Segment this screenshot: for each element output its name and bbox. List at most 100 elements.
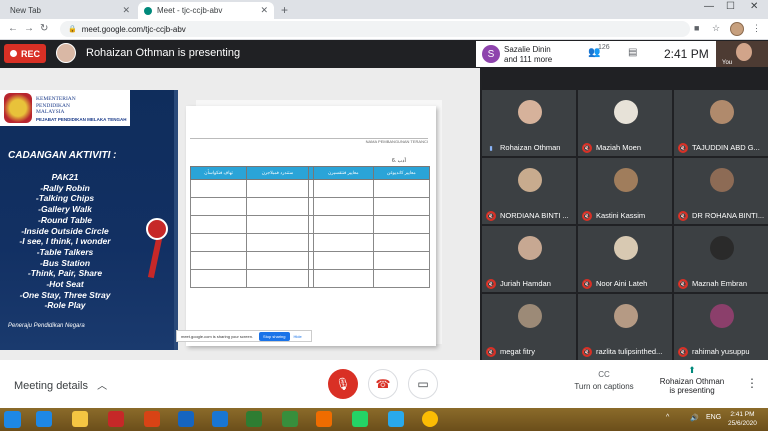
camera-icon: ▭ xyxy=(417,377,429,391)
captions-button[interactable]: CC Turn on captions xyxy=(568,370,640,391)
join-avatar: S xyxy=(482,45,500,63)
volume-icon[interactable]: 🔊 xyxy=(690,414,699,422)
participant-tile[interactable]: 🔇 rahimah yusuppu xyxy=(674,294,768,360)
logo-subtitle: PEJABAT PENDIDIKAN MELAKA TENGAH xyxy=(36,117,127,122)
activity-item: -Round Table xyxy=(38,214,92,225)
table-cell xyxy=(246,197,309,216)
table-row xyxy=(189,215,431,234)
activity-list: PAK21 -Rally Robin -Talking Chips -Gallery … xyxy=(0,172,130,311)
participants-summary[interactable]: Sazalie Dinin and 111 more xyxy=(504,45,552,65)
participant-tile[interactable]: 🔇 DR ROHANA BINTI... xyxy=(674,158,768,224)
word-icon[interactable] xyxy=(212,411,228,427)
whatsapp-icon[interactable] xyxy=(352,411,368,427)
internet-explorer-icon[interactable] xyxy=(36,411,52,427)
curriculum-table: معايير كانديوغن معايير فنتقسيرن ستندرد فمب… xyxy=(189,166,431,288)
presenting-status-button[interactable]: ⬆ Rohaizan Othman is presenting xyxy=(654,366,730,396)
reload-icon[interactable]: ↻ xyxy=(40,23,48,34)
file-explorer-icon[interactable] xyxy=(72,411,88,427)
participant-name: TAJUDDIN ABD G... xyxy=(692,143,760,152)
close-tab-icon[interactable]: ✕ xyxy=(260,5,268,16)
leave-call-button[interactable]: ☎ xyxy=(368,369,398,399)
mic-muted-icon: 🔇 xyxy=(582,143,592,153)
microphone-toggle-button[interactable]: 🎙 xyxy=(328,369,358,399)
system-clock[interactable]: 2:41 PM 25/6/2020 xyxy=(728,410,757,428)
table-row xyxy=(189,233,431,252)
project-icon[interactable] xyxy=(282,411,298,427)
participant-tile[interactable]: 🔇 razlita tulipsinthed... xyxy=(578,294,672,360)
table-cell xyxy=(246,179,309,198)
table-cell xyxy=(307,233,314,252)
telegram-icon[interactable] xyxy=(388,411,404,427)
tab-meet[interactable]: Meet - tjc-ccjb-abv ✕ xyxy=(138,2,274,19)
table-row xyxy=(189,251,431,270)
more-options-icon[interactable]: ⋮ xyxy=(746,376,758,390)
participant-avatar xyxy=(710,304,734,328)
table-header: ستندرد فمبلاجرن xyxy=(246,166,309,180)
table-cell xyxy=(189,197,248,216)
close-window-icon[interactable]: ✕ xyxy=(750,1,758,12)
people-count: 126 xyxy=(598,44,610,51)
table-row xyxy=(189,197,431,216)
participant-tile[interactable]: 🔇 Noor Aini Lateh xyxy=(578,226,672,292)
new-tab-plus-icon[interactable]: + xyxy=(281,3,288,17)
stop-sharing-button[interactable]: Stop sharing xyxy=(259,331,290,341)
participant-tile[interactable]: 🔇 Juriah Hamdan xyxy=(482,226,576,292)
excel-icon[interactable] xyxy=(246,411,262,427)
minimize-icon[interactable]: — xyxy=(704,1,714,12)
participant-avatar xyxy=(710,100,734,124)
participant-avatar xyxy=(518,100,542,124)
participant-tile[interactable]: 🔇 megat fitry xyxy=(482,294,576,360)
camera-permission-icon[interactable]: ■ xyxy=(694,23,699,33)
participant-tile[interactable]: 🔇 TAJUDDIN ABD G... xyxy=(674,90,768,156)
windows-start-icon[interactable] xyxy=(4,411,21,428)
camera-toggle-button[interactable]: ▭ xyxy=(408,369,438,399)
participant-tile[interactable]: 🔇 Maznah Embran xyxy=(674,226,768,292)
table-cell xyxy=(246,269,309,288)
tab-new-tab[interactable]: New Tab ✕ xyxy=(4,2,136,19)
participant-avatar xyxy=(710,168,734,192)
participant-name: Noor Aini Lateh xyxy=(596,279,648,288)
outlook-icon[interactable] xyxy=(316,411,332,427)
mic-muted-icon: 🔇 xyxy=(486,347,496,357)
self-view-tile[interactable]: You xyxy=(716,41,768,67)
participant-tile[interactable]: ▮ Rohaizan Othman xyxy=(482,90,576,156)
participant-tile[interactable]: 🔇 Maziah Moen xyxy=(578,90,672,156)
address-bar[interactable]: 🔒 meet.google.com/tjc-ccjb-abv xyxy=(60,21,690,37)
meet-favicon-icon xyxy=(144,6,152,15)
participant-name: Maznah Embran xyxy=(692,279,748,288)
table-cell xyxy=(246,251,309,270)
forward-arrow-icon[interactable]: → xyxy=(24,23,34,34)
participant-name: Rohaizan Othman xyxy=(500,143,561,152)
app-icon[interactable] xyxy=(178,411,194,427)
menu-kebab-icon[interactable]: ⋮ xyxy=(752,23,761,34)
table-cell xyxy=(189,233,248,252)
chat-icon[interactable]: ▤ xyxy=(628,47,637,58)
chrome-icon[interactable] xyxy=(422,411,438,427)
meeting-clock: 2:41 PM xyxy=(664,47,709,61)
power-app-icon[interactable] xyxy=(108,411,124,427)
meeting-details-label: Meeting details xyxy=(14,380,88,392)
tray-arrow-icon[interactable]: ^ xyxy=(666,414,669,421)
language-indicator[interactable]: ENG xyxy=(706,414,721,421)
meeting-details-button[interactable]: Meeting details ︿ xyxy=(14,377,107,392)
table-header xyxy=(307,166,314,180)
maximize-icon[interactable]: ☐ xyxy=(726,1,735,12)
back-arrow-icon[interactable]: ← xyxy=(8,23,18,34)
slide-motto: Peneraju Pendidikan Negara xyxy=(8,323,85,329)
close-tab-icon[interactable]: ✕ xyxy=(122,5,130,16)
participant-tile[interactable]: 🔇 NORDIANA BINTI ... xyxy=(482,158,576,224)
self-face xyxy=(736,43,752,61)
hide-button[interactable]: Hide xyxy=(294,334,302,339)
activity-item: -Rally Robin xyxy=(40,182,90,193)
activity-item: -Table Talkers xyxy=(36,246,94,257)
ribbon-icon xyxy=(146,218,168,240)
activity-item: -I see, I think, I wonder xyxy=(19,236,111,247)
table-cell xyxy=(372,215,431,234)
profile-avatar[interactable] xyxy=(730,22,744,36)
bookmark-star-icon[interactable]: ☆ xyxy=(712,23,720,34)
participant-tile[interactable]: 🔇 Kastini Kassim xyxy=(578,158,672,224)
powerpoint-icon[interactable] xyxy=(144,411,160,427)
participant-avatar xyxy=(518,236,542,260)
windows-taskbar: ^ 🔊 ENG 2:41 PM 25/6/2020 xyxy=(0,408,768,431)
participant-avatar xyxy=(518,168,542,192)
